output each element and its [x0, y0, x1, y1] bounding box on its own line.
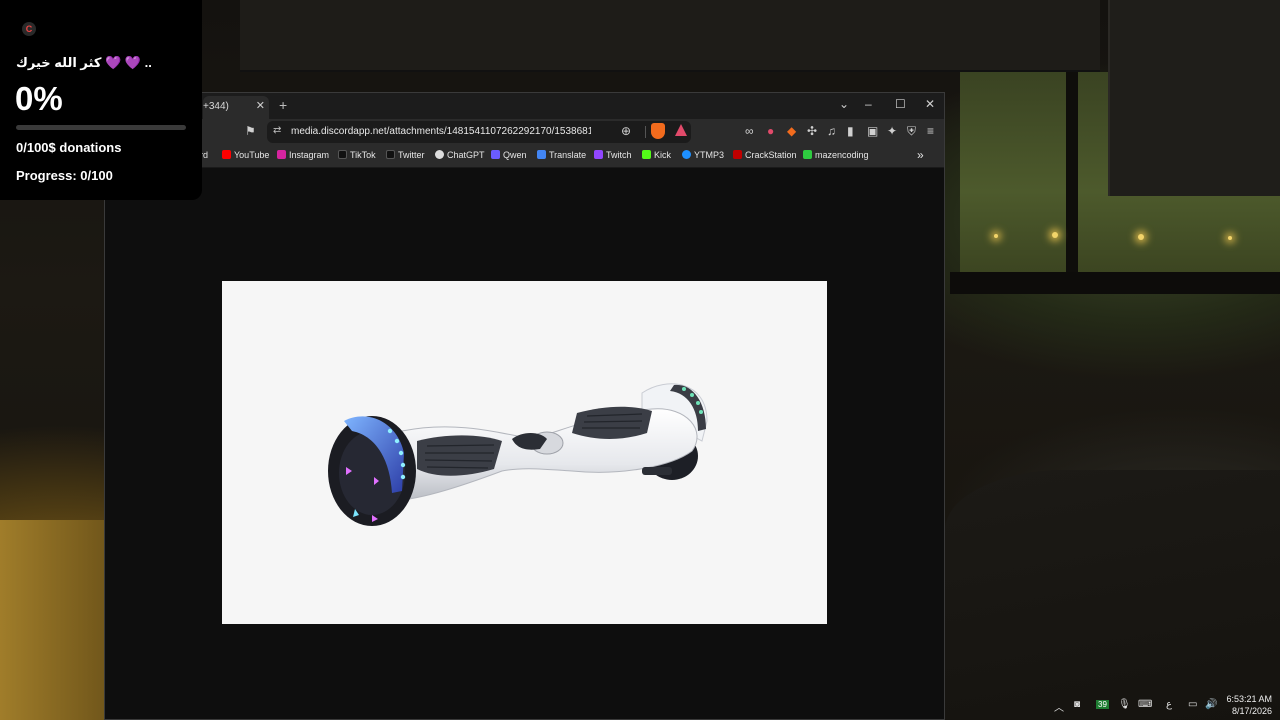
- brave-shields-icon[interactable]: [651, 123, 665, 139]
- volume-icon[interactable]: 🔊: [1205, 699, 1217, 710]
- bookmark-label: Translate: [549, 150, 587, 160]
- zoom-icon[interactable]: ⊕: [621, 124, 631, 138]
- close-window-button[interactable]: ✕: [925, 97, 935, 111]
- bookmark-kick[interactable]: Kick: [642, 150, 671, 160]
- wallpaper-curtain: [0, 520, 110, 720]
- address-bar[interactable]: ⇄ media.discordapp.net/attachments/14815…: [267, 121, 691, 143]
- overlay-percent: 0%: [15, 80, 63, 117]
- wallpaper-blind-top: [240, 0, 1100, 72]
- extensions-puzzle-icon[interactable]: ✣: [807, 124, 817, 138]
- bookmark-chatgpt[interactable]: ChatGPT: [435, 150, 485, 160]
- overlay-donations: 0/100$ donations: [16, 140, 122, 155]
- bookmarks-bar: rd YouTube Instagram TikTok Twitter Chat…: [105, 145, 944, 168]
- bookmark-mazencoding[interactable]: mazencoding: [803, 150, 869, 160]
- microphone-icon[interactable]: 🎙: [1118, 699, 1131, 710]
- youtube-icon: [222, 150, 231, 159]
- sidebar-icon[interactable]: ▮: [847, 124, 854, 138]
- bookmark-label: TikTok: [350, 150, 376, 160]
- wallpaper-light: [1228, 236, 1232, 240]
- maximize-button[interactable]: ☐: [895, 97, 906, 111]
- url-text[interactable]: media.discordapp.net/attachments/1481541…: [291, 126, 591, 137]
- bookmark-tiktok[interactable]: TikTok: [338, 150, 376, 160]
- bookmark-youtube[interactable]: YouTube: [222, 150, 269, 160]
- bookmark-page-icon[interactable]: ⚑: [245, 124, 256, 138]
- bookmark-label: Instagram: [289, 150, 330, 160]
- leo-ai-icon[interactable]: ✦: [887, 124, 897, 138]
- brave-rewards-icon[interactable]: [675, 124, 687, 136]
- wallpaper-light: [1052, 232, 1058, 238]
- wallpaper-light: [994, 234, 998, 238]
- browser-tab[interactable]: +344) ✕: [203, 96, 269, 119]
- tab-title: +344): [203, 101, 229, 112]
- bookmark-qwen[interactable]: Qwen: [491, 150, 527, 160]
- bookmark-label: ChatGPT: [447, 150, 485, 160]
- bookmark-label: Twitch: [606, 150, 632, 160]
- wallet-icon[interactable]: ▣: [867, 124, 878, 138]
- instagram-icon: [277, 150, 286, 159]
- more-bookmarks-button[interactable]: »: [917, 148, 924, 162]
- bookmark-label: YTMP3: [694, 150, 725, 160]
- clock-time: 6:53:21 AM: [1226, 694, 1272, 704]
- keyboard-icon[interactable]: ⌨: [1138, 699, 1152, 710]
- wallpaper-light: [1138, 234, 1144, 240]
- overlay-message: كثر الله خيرك 💜 💜 ..: [16, 55, 152, 70]
- bookmark-translate[interactable]: Translate: [537, 150, 586, 160]
- bookmark-label: CrackStation: [745, 150, 797, 160]
- show-hidden-icons-chevron-icon[interactable]: ︿: [1054, 699, 1064, 714]
- extension-icon[interactable]: ◆: [787, 124, 796, 138]
- input-language[interactable]: ع: [1166, 699, 1172, 710]
- menu-icon[interactable]: ≡: [927, 124, 934, 138]
- bookmark-label: Kick: [654, 150, 672, 160]
- battery-level-badge[interactable]: 39: [1096, 700, 1109, 709]
- site-info-icon[interactable]: ⇄: [273, 125, 281, 136]
- tiktok-icon: [338, 150, 347, 159]
- bookmark-instagram[interactable]: Instagram: [277, 150, 329, 160]
- overlay-progress: Progress: 0/100: [16, 168, 113, 183]
- ublock-icon[interactable]: ●: [767, 124, 774, 138]
- private-window-icon[interactable]: ∞: [745, 124, 754, 138]
- tab-list-chevron-icon[interactable]: ⌄: [839, 97, 849, 111]
- x-icon: [386, 150, 395, 159]
- kick-icon: [642, 150, 651, 159]
- page-content: [105, 168, 944, 719]
- crackstation-icon: [733, 150, 742, 159]
- donation-overlay: C كثر الله خيرك 💜 💜 .. 0% 0/100$ donatio…: [0, 0, 202, 200]
- discord-tray-icon[interactable]: ◙: [1074, 699, 1080, 710]
- bookmark-twitter[interactable]: Twitter: [386, 150, 425, 160]
- twitch-icon: [594, 150, 603, 159]
- bookmark-crackstation[interactable]: CrackStation: [733, 150, 797, 160]
- donation-progress-bar: [16, 125, 186, 130]
- new-tab-button[interactable]: +: [279, 97, 287, 113]
- hoverboard-image[interactable]: [222, 281, 827, 624]
- wallpaper-blind-right: [1108, 0, 1280, 196]
- wallpaper-sill: [950, 272, 1280, 294]
- overlay-logo-icon: C: [22, 22, 36, 36]
- vpn-shield-icon[interactable]: ⛨: [907, 124, 916, 139]
- browser-titlebar[interactable]: +344) ✕ + ⌄ – ☐ ✕: [105, 93, 944, 119]
- bookmark-label: mazencoding: [815, 150, 869, 160]
- ytmp3-icon: [682, 150, 691, 159]
- chatgpt-icon: [435, 150, 444, 159]
- wallpaper-window-frame: [1066, 72, 1078, 282]
- bookmark-twitch[interactable]: Twitch: [594, 150, 632, 160]
- bookmark-ytmp3[interactable]: YTMP3: [682, 150, 724, 160]
- divider: [645, 126, 646, 138]
- bookmark-label: Qwen: [503, 150, 527, 160]
- clock-date: 8/17/2026: [1231, 706, 1272, 716]
- taskbar-clock[interactable]: 6:53:21 AM 8/17/2026: [1222, 693, 1272, 717]
- translate-icon: [537, 150, 546, 159]
- browser-window: +344) ✕ + ⌄ – ☐ ✕ ⚑ ⇄ media.discordapp.n…: [104, 92, 945, 720]
- bookmark-label: YouTube: [234, 150, 270, 160]
- browser-toolbar: ⚑ ⇄ media.discordapp.net/attachments/148…: [105, 119, 944, 145]
- qwen-icon: [491, 150, 500, 159]
- network-icon[interactable]: ▭: [1188, 699, 1197, 710]
- hoverboard-drawing: [328, 383, 708, 526]
- mazencoding-icon: [803, 150, 812, 159]
- close-tab-icon[interactable]: ✕: [256, 99, 265, 112]
- media-icon[interactable]: ♫: [827, 124, 836, 138]
- wallpaper-bed: [945, 470, 1280, 720]
- minimize-button[interactable]: –: [865, 97, 872, 111]
- bookmark-label: Twitter: [398, 150, 425, 160]
